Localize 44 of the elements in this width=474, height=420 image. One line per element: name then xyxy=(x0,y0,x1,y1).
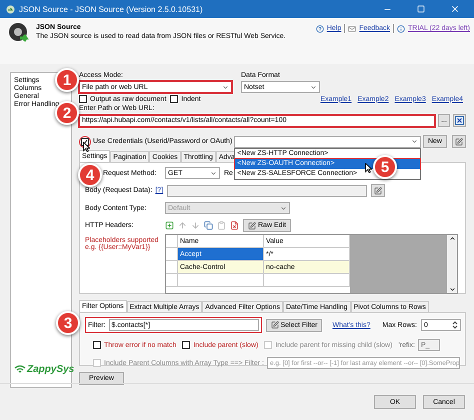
table-cell[interactable] xyxy=(264,274,350,287)
edit-button[interactable] xyxy=(371,184,386,197)
caret-icon xyxy=(222,84,229,90)
table-cell[interactable] xyxy=(178,274,264,287)
envelope-icon xyxy=(348,24,356,32)
cursor-icon xyxy=(83,142,90,152)
edit-icon xyxy=(455,138,463,146)
edit-icon xyxy=(270,321,278,329)
window-title: JSON Source - JSON Source (Version 2.5.0.10531) xyxy=(19,4,204,14)
caret-icon xyxy=(310,84,317,90)
copy-icon[interactable] xyxy=(204,221,213,230)
step-badge: 1 xyxy=(55,68,79,92)
row-header xyxy=(166,235,178,248)
scroll-down-icon[interactable] xyxy=(448,286,456,293)
edit-button[interactable] xyxy=(452,135,466,148)
logo-text: ZappySys xyxy=(27,364,74,375)
cursor-icon xyxy=(365,163,372,173)
checkbox[interactable] xyxy=(93,341,101,349)
close-icon[interactable] xyxy=(450,4,460,14)
caret-icon xyxy=(280,204,287,212)
row-header xyxy=(166,261,178,274)
info-icon xyxy=(397,24,405,32)
scrollbar[interactable] xyxy=(447,235,457,293)
checkbox[interactable] xyxy=(79,95,87,103)
edit-icon xyxy=(248,222,256,230)
caret-icon xyxy=(410,138,418,145)
app-icon xyxy=(6,4,15,14)
maximize-icon[interactable] xyxy=(417,5,425,13)
row-header xyxy=(166,248,178,261)
expression-button[interactable] xyxy=(453,114,466,127)
expression-icon xyxy=(455,116,464,125)
source-icon xyxy=(8,22,30,44)
body-field[interactable] xyxy=(167,184,368,196)
clipboard-icon[interactable] xyxy=(217,221,226,230)
edit-icon xyxy=(374,186,382,194)
checkbox[interactable] xyxy=(182,341,190,349)
caret-icon xyxy=(210,170,217,176)
scroll-up-icon[interactable] xyxy=(448,235,456,242)
delete-icon[interactable] xyxy=(230,221,239,230)
spinner-icon[interactable] xyxy=(452,321,458,329)
help-icon xyxy=(316,24,324,32)
checkbox[interactable] xyxy=(170,95,178,103)
logo-icon xyxy=(14,364,26,374)
add-icon[interactable] xyxy=(165,221,174,230)
